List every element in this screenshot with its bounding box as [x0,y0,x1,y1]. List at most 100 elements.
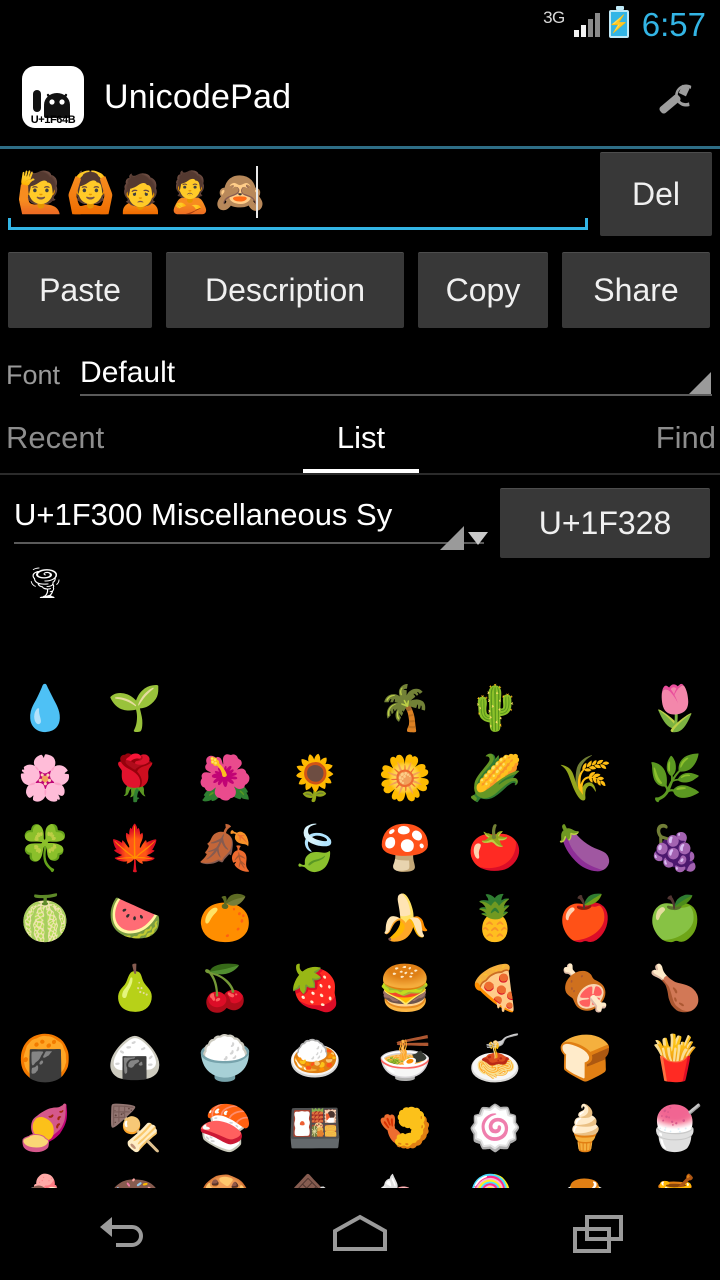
glyph-cell-empty [450,556,540,612]
glyph-cell[interactable]: 🍱 [270,1094,360,1164]
glyph-cell[interactable]: 🍬 [360,1164,450,1191]
glyph-cell[interactable]: 🍀 [0,814,90,884]
glyph-cell[interactable]: 🌸 [0,744,90,814]
glyph-cell[interactable]: 🍔 [360,954,450,1024]
glyph-cell[interactable]: 🍂 [180,814,270,884]
glyph-cell[interactable]: 🍣 [180,1094,270,1164]
glyph-cell[interactable]: 🍍 [450,884,540,954]
glyph-cell[interactable]: 🍙 [90,1024,180,1094]
status-bar: 3G ⚡ 6:57 [0,0,720,48]
spinner-triangle-icon [689,372,711,394]
glyph-cell[interactable]: 🌿 [630,744,720,814]
glyph-cell[interactable]: 🍥 [450,1094,540,1164]
glyph-cell[interactable]: 🍊 [180,884,270,954]
glyph-cell[interactable]: 🍞 [540,1024,630,1094]
glyph-cell-empty [630,556,720,612]
glyph-cell[interactable]: 🍏 [630,884,720,954]
block-spinner[interactable]: U+1F300 Miscellaneous Sy [14,488,484,550]
tab-bar: Recent List Find [0,412,720,474]
glyph-cell[interactable]: 🍕 [450,954,540,1024]
glyph-grid[interactable]: 🌪 💧 🌱 🌴 🌵 🌷 🌸 🌹 🌺 🌻 🌼 🌽 🌾 🌿 🍀 🍁 🍂 🍃 🍄 🍅 🍆 🍇 🍈 🍉 🍊 🍌 🍍 🍎 🍏 🍐 🍒 🍓 🍔 🍕 🍖 🍗 🍘 🍙 🍚 🍛… [0,556,720,1191]
glyph-cell[interactable]: 🍈 [0,884,90,954]
codepoint-button[interactable]: U+1F328 [500,488,710,558]
glyph-cell[interactable]: 🍅 [450,814,540,884]
share-button[interactable]: Share [562,252,710,328]
wrench-icon[interactable] [648,70,702,124]
glyph-cell[interactable]: 🌺 [180,744,270,814]
glyph-cell[interactable]: 🍧 [630,1094,720,1164]
copy-button[interactable]: Copy [418,252,548,328]
glyph-cell[interactable]: 🍄 [360,814,450,884]
glyph-cell[interactable]: 🍛 [270,1024,360,1094]
glyph-cell[interactable]: 🍗 [630,954,720,1024]
glyph-cell[interactable]: 🍯 [630,1164,720,1191]
glyph-cell[interactable]: 🍇 [630,814,720,884]
glyph-cell[interactable]: 🍎 [540,884,630,954]
glyph-cell[interactable]: 🍝 [450,1024,540,1094]
glyph-cell[interactable]: 🍖 [540,954,630,1024]
glyph-cell[interactable]: 🍆 [540,814,630,884]
font-label: Font [6,359,61,390]
glyph-cell-empty [180,556,270,612]
home-nav-button[interactable] [285,1188,435,1280]
glyph-cell[interactable]: 🍐 [90,954,180,1024]
glyph-cell[interactable]: 🌻 [270,744,360,814]
glyph-cell[interactable]: 🌴 [360,674,450,744]
glyph-cell-empty [270,674,360,744]
glyph-cell[interactable]: 🍓 [270,954,360,1024]
glyph-cell[interactable]: 🍁 [90,814,180,884]
glyph-cell[interactable]: 🌪 [0,556,90,612]
glyph-cell-empty [630,608,720,678]
glyph-cell-empty [360,608,450,678]
glyph-cell[interactable]: 🍨 [0,1164,90,1191]
chevron-down-icon[interactable] [468,532,488,545]
glyph-cell[interactable]: 🍘 [0,1024,90,1094]
glyph-cell-empty [0,954,90,1024]
font-spinner[interactable]: Default [80,349,712,401]
glyph-cell[interactable]: 🍠 [0,1094,90,1164]
glyph-cell[interactable]: 🍌 [360,884,450,954]
tab-bar-divider [0,473,720,475]
glyph-cell[interactable]: 🍩 [90,1164,180,1191]
text-input-field[interactable]: 🙋🙆🙍🙎🙈 [8,158,588,230]
glyph-row [0,612,720,674]
lightning-bolt-icon: ⚡ [608,14,630,34]
text-input-value: 🙋🙆🙍🙎🙈 [16,171,266,215]
tab-recent[interactable]: Recent [0,412,243,474]
delete-button[interactable]: Del [600,152,712,236]
glyph-cell[interactable]: 🍢 [90,1094,180,1164]
tab-list[interactable]: List [243,412,480,474]
recents-nav-button[interactable] [525,1188,675,1280]
glyph-cell[interactable]: 🍃 [270,814,360,884]
app-icon[interactable]: U+1F64B [22,66,84,128]
description-button[interactable]: Description [166,252,404,328]
text-input-underline [8,218,588,230]
glyph-cell[interactable]: 🌽 [450,744,540,814]
back-nav-button[interactable] [45,1188,195,1280]
glyph-cell[interactable]: 🍦 [540,1094,630,1164]
glyph-cell[interactable]: 🍪 [180,1164,270,1191]
glyph-cell-empty [90,556,180,612]
glyph-cell[interactable]: 🌹 [90,744,180,814]
glyph-cell[interactable]: 🌵 [450,674,540,744]
glyph-cell[interactable]: 🍉 [90,884,180,954]
glyph-cell[interactable]: 🍭 [450,1164,540,1191]
glyph-cell[interactable]: 🍫 [270,1164,360,1191]
glyph-cell-empty [540,608,630,678]
glyph-cell[interactable]: 🍜 [360,1024,450,1094]
glyph-cell[interactable]: 🌾 [540,744,630,814]
glyph-cell[interactable]: 💧 [0,674,90,744]
glyph-cell[interactable]: 🍒 [180,954,270,1024]
glyph-cell[interactable]: 🍟 [630,1024,720,1094]
glyph-cell[interactable]: 🌱 [90,674,180,744]
glyph-row: 🍐 🍒 🍓 🍔 🍕 🍖 🍗 [0,954,720,1024]
tab-find[interactable]: Find [479,412,720,474]
glyph-cell[interactable]: 🍚 [180,1024,270,1094]
glyph-cell[interactable]: 🌼 [360,744,450,814]
glyph-cell[interactable]: 🌷 [630,674,720,744]
glyph-row: 🍨🍩🍪🍫🍬🍭🍮🍯 [0,1164,720,1191]
glyph-cell[interactable]: 🍮 [540,1164,630,1191]
paste-button[interactable]: Paste [8,252,152,328]
glyph-cell[interactable]: 🍤 [360,1094,450,1164]
action-bar: U+1F64B UnicodePad [0,48,720,146]
